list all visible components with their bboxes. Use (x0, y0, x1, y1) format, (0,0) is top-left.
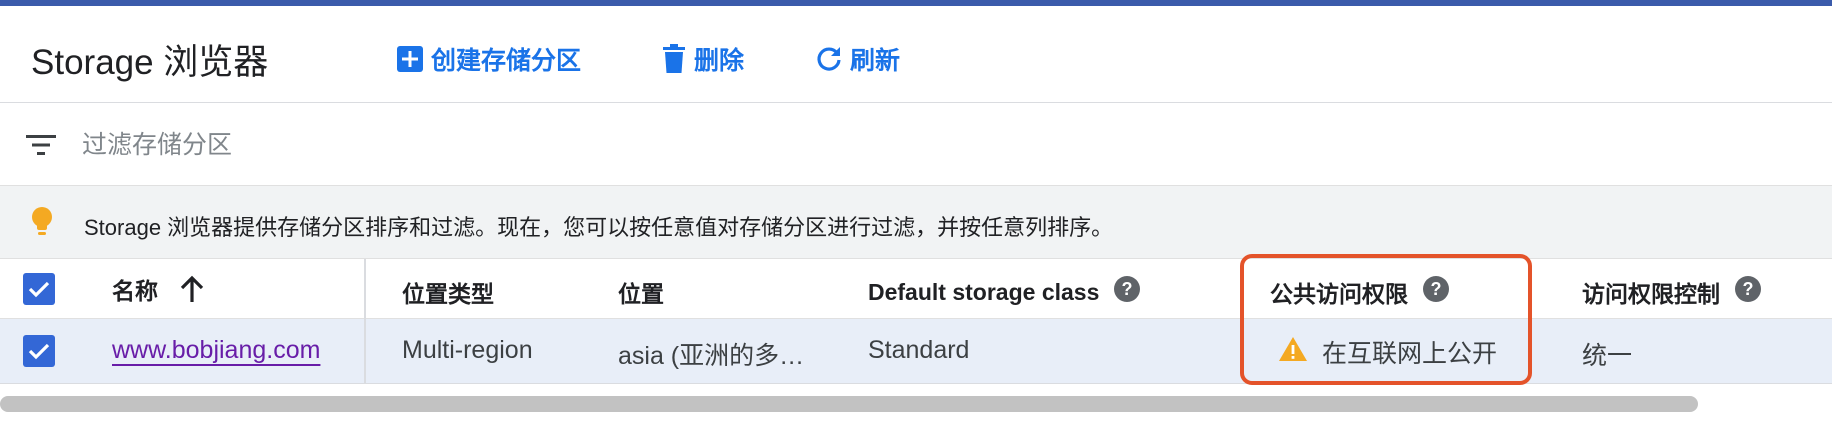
info-banner-text: Storage 浏览器提供存储分区排序和过滤。现在，您可以按任意值对存储分区进行… (84, 215, 1114, 240)
cell-location-type: Multi-region (402, 336, 533, 364)
cell-location: asia (亚洲的多… (618, 342, 805, 370)
refresh-button[interactable]: 刷新 (815, 39, 900, 79)
row-checkbox[interactable] (23, 335, 55, 367)
table-header-row: 名称 位置类型 位置 Default storage class ? 公共访问权… (0, 259, 1832, 319)
checkmark-icon (28, 343, 50, 360)
horizontal-scrollbar-thumb[interactable] (0, 396, 1698, 412)
create-bucket-label: 创建存储分区 (431, 47, 582, 75)
column-access-control-label: 访问权限控制 (1582, 281, 1720, 307)
table-row[interactable]: www.bobjiang.com Multi-region asia (亚洲的多… (0, 319, 1832, 384)
filter-bar (0, 103, 1832, 185)
column-header-storage-class[interactable]: Default storage class ? (868, 275, 1141, 309)
page-title: Storage 浏览器 (31, 43, 269, 82)
column-location-label: 位置 (618, 281, 664, 307)
column-header-name[interactable]: 名称 (112, 272, 204, 306)
column-header-location[interactable]: 位置 (618, 275, 664, 309)
create-bucket-button[interactable]: 创建存储分区 (396, 39, 581, 79)
filter-list-icon[interactable] (26, 133, 56, 162)
delete-label: 删除 (694, 47, 745, 75)
svg-text:?: ? (1122, 279, 1133, 299)
public-access-highlight-box (1240, 254, 1532, 385)
checkmark-icon (28, 281, 50, 298)
sticky-column-divider (364, 259, 366, 384)
refresh-label: 刷新 (850, 47, 901, 75)
lightbulb-icon (30, 206, 54, 243)
help-circle-icon[interactable]: ? (1734, 275, 1762, 309)
help-circle-icon[interactable]: ? (1113, 275, 1141, 309)
filter-buckets-input[interactable] (82, 125, 1082, 165)
column-name-label: 名称 (112, 278, 158, 304)
delete-button[interactable]: 删除 (661, 39, 744, 79)
column-header-access-control[interactable]: 访问权限控制 ? (1582, 275, 1762, 309)
bucket-name-link[interactable]: www.bobjiang.com (112, 336, 320, 364)
add-box-icon (396, 45, 424, 73)
cell-storage-class: Standard (868, 336, 970, 364)
select-all-checkbox[interactable] (23, 273, 55, 305)
svg-text:?: ? (1743, 279, 1754, 299)
column-storage-class-label: Default storage class (868, 278, 1100, 305)
refresh-icon (815, 45, 843, 73)
cell-access-control: 统一 (1582, 342, 1633, 370)
page-header: Storage 浏览器 创建存储分区 删除 刷新 (0, 6, 1832, 103)
trash-icon (661, 44, 687, 74)
column-header-location-type[interactable]: 位置类型 (402, 275, 494, 309)
info-banner: Storage 浏览器提供存储分区排序和过滤。现在，您可以按任意值对存储分区进行… (0, 185, 1832, 259)
column-location-type-label: 位置类型 (402, 281, 494, 307)
arrow-up-icon (180, 275, 204, 303)
